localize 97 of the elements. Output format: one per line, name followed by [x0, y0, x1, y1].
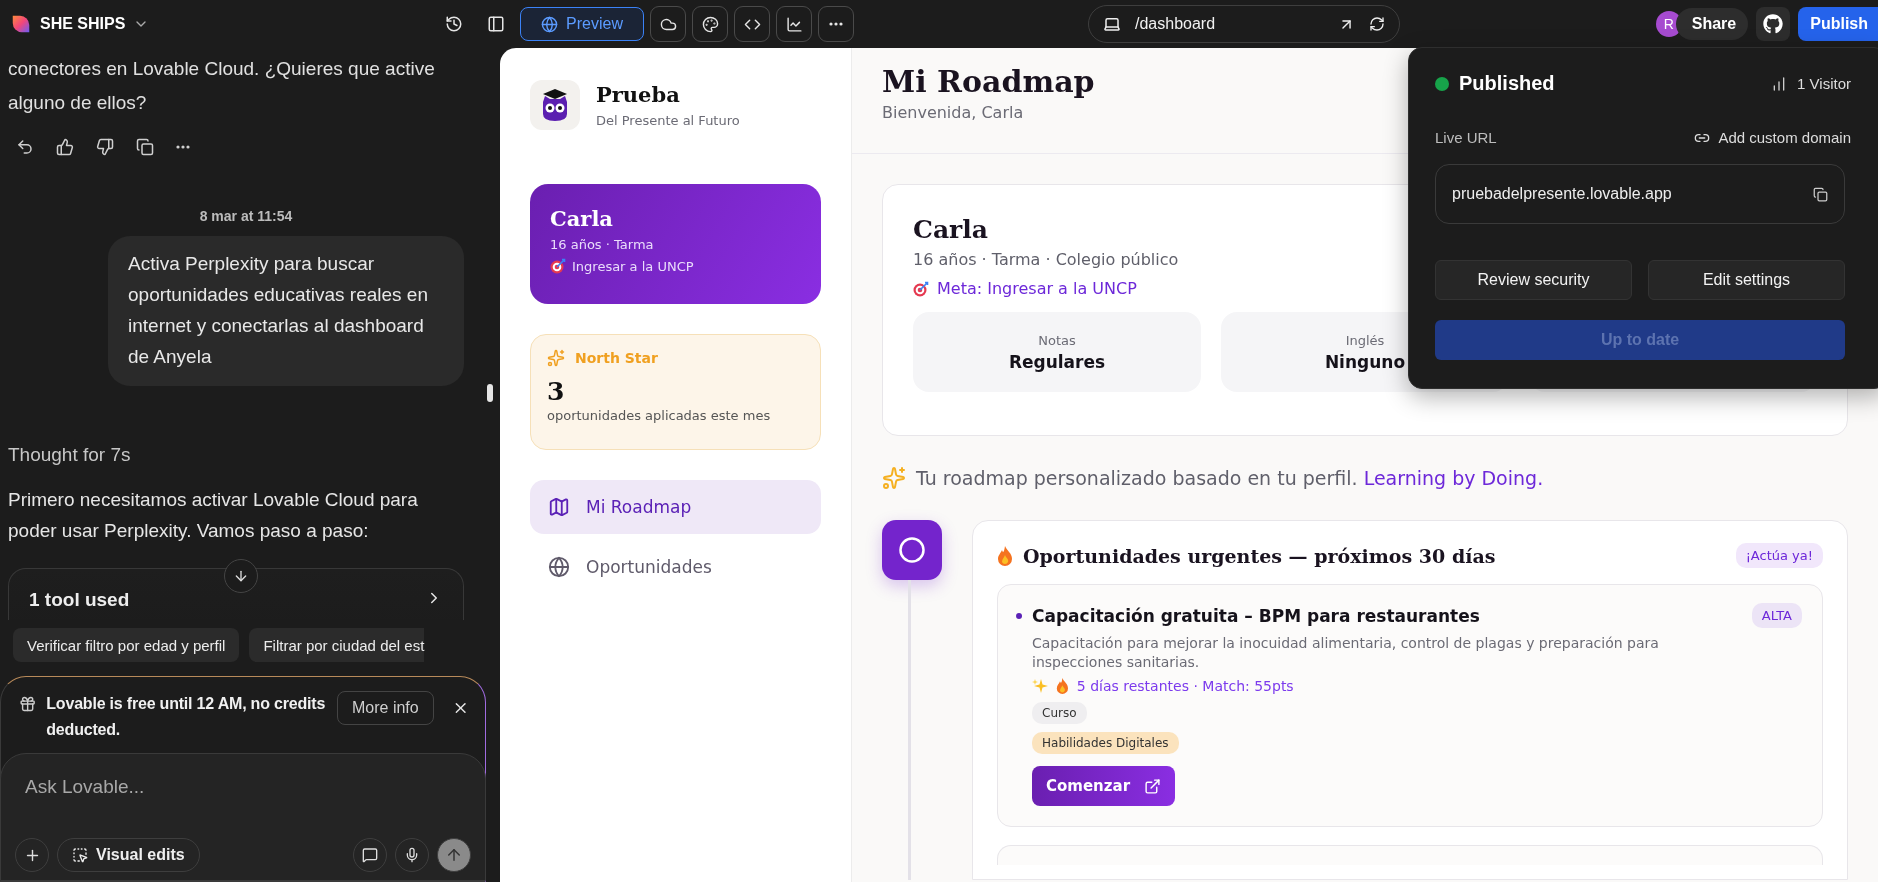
- thought-duration[interactable]: Thought for 7s: [8, 444, 464, 466]
- more-icon: [829, 22, 843, 26]
- app-tagline: Del Presente al Futuro: [596, 113, 740, 128]
- north-star-value: 3: [547, 377, 566, 406]
- message-timestamp: 8 mar at 11:54: [199, 208, 293, 224]
- north-star-label: North Star: [575, 350, 658, 366]
- profile-name: Carla: [913, 215, 989, 244]
- popup-button[interactable]: Edit settings: [1648, 260, 1845, 300]
- panel-icon: [487, 15, 505, 33]
- stat-value: Ninguno: [1324, 351, 1406, 372]
- page-subtitle: Bienvenida, Carla: [882, 103, 1024, 122]
- priority-badge: ALTA: [1751, 603, 1802, 628]
- north-star-caption: oportunidades aplicadas este mes: [547, 408, 772, 423]
- opportunity-meta: 5 días restantes · Match: 55pts: [1076, 678, 1294, 694]
- publish-status: Published: [1459, 72, 1556, 95]
- page-title: Mi Roadmap: [882, 64, 1095, 99]
- pointer-icon: [72, 847, 88, 863]
- live-url-field[interactable]: pruebadelpresente.lovable.app: [1435, 164, 1845, 224]
- sparkles-icon: [547, 349, 565, 367]
- profile-goal: Ingresar a la UNCP: [572, 258, 694, 274]
- code-button[interactable]: [734, 6, 770, 42]
- flame-icon: [1056, 678, 1069, 694]
- assistant-message: conectores en Lovable Cloud. ¿Quieres que active alguno de ellos?: [8, 57, 436, 115]
- copy-icon[interactable]: [136, 138, 154, 156]
- target-icon: [550, 258, 566, 274]
- prompt-field[interactable]: Ask Lovable...: [15, 776, 471, 798]
- palette-button[interactable]: [692, 6, 728, 42]
- opportunity-description: Capacitación para mejorar la inocuidad alimentaria, control de plagas y preparación para inspecciones sanitarias.: [1032, 634, 1660, 672]
- share-button[interactable]: Share: [1675, 8, 1749, 40]
- scroll-down-button[interactable]: [224, 559, 258, 593]
- scrollbar-thumb[interactable]: [487, 384, 493, 402]
- profile-details: 16 años · Tarma · Colegio público: [913, 250, 1180, 269]
- section-title: Oportunidades urgentes — próximos 30 días: [1023, 544, 1497, 567]
- popup-button[interactable]: Review security: [1435, 260, 1632, 300]
- stat-label: Notas: [1038, 332, 1076, 348]
- add-domain-link[interactable]: Add custom domain: [1694, 129, 1851, 146]
- bullet-icon: [1016, 612, 1022, 619]
- status-dot: [1435, 76, 1449, 91]
- gift-icon: [19, 695, 37, 713]
- globe-icon: [548, 556, 570, 578]
- category-tag: Habilidades Digitales: [1032, 732, 1179, 754]
- profile-details: 16 años · Tarma: [550, 237, 655, 252]
- live-url-text: pruebadelpresente.lovable.app: [1452, 185, 1672, 203]
- github-icon: [1763, 14, 1784, 34]
- laptop-icon: [1103, 15, 1121, 33]
- line-chart-icon: [785, 15, 803, 33]
- project-name[interactable]: SHE SHIPS: [40, 15, 126, 33]
- stat-label: Inglés: [1345, 332, 1385, 348]
- visitor-count: 1 Visitor: [1797, 75, 1851, 92]
- speech-bubble-icon: [362, 847, 378, 863]
- target-icon: [913, 280, 929, 297]
- publish-button[interactable]: Publish: [1798, 7, 1878, 41]
- assistant-message: Primero necesitamos activar Lovable Cloud para poder usar Perplexity. Vamos paso a paso:: [8, 488, 419, 543]
- more-info-button[interactable]: More info: [337, 691, 434, 725]
- external-link-icon: [1144, 777, 1162, 795]
- type-tag: Curso: [1032, 702, 1087, 724]
- history-icon: [445, 15, 463, 33]
- more-icon[interactable]: [176, 145, 190, 149]
- microphone-icon: [404, 847, 420, 863]
- urgent-badge: ¡Actúa ya!: [1735, 543, 1823, 568]
- map-icon: [548, 496, 570, 518]
- live-url-label: Live URL: [1435, 129, 1498, 146]
- circle-icon: [898, 536, 926, 564]
- preview-button[interactable]: Preview: [520, 7, 644, 41]
- roadmap-intro: Tu roadmap personalizado basado en tu perfil. Learning by Doing.: [916, 467, 1544, 489]
- more-button[interactable]: [818, 6, 854, 42]
- globe-icon: [541, 15, 559, 33]
- logo-icon: [10, 13, 32, 35]
- banner-text: Lovable is free until 12 AM, no credits deducted.: [46, 694, 327, 740]
- refresh-icon[interactable]: [1369, 16, 1385, 32]
- user-message: Activa Perplexity para buscar oportunidades educativas reales en internet y conectarlas al dashboard de Anyela: [108, 236, 464, 386]
- learning-link[interactable]: Learning by Doing.: [1363, 467, 1544, 489]
- sparkles-icon: [882, 466, 906, 490]
- thumbs-down-icon[interactable]: [96, 138, 114, 156]
- nav-item[interactable]: Mi Roadmap: [530, 480, 821, 534]
- start-button[interactable]: Comenzar: [1032, 766, 1176, 806]
- profile-goal: Meta: Ingresar a la UNCP: [937, 279, 1137, 298]
- opportunity-title: Capacitación gratuita – BPM para restaurantes: [1032, 605, 1481, 626]
- palette-icon: [701, 15, 719, 33]
- flame-icon: [997, 545, 1013, 566]
- analytics-button[interactable]: [776, 6, 812, 42]
- tool-card[interactable]: 1 tool used: [8, 568, 464, 620]
- sparkle-icon: [1032, 678, 1048, 694]
- tool-label: 1 tool used: [29, 589, 130, 612]
- suggestion-chip[interactable]: Verificar filtro por edad y perfil: [13, 628, 240, 662]
- github-button[interactable]: [1756, 7, 1791, 41]
- profile-name: Carla: [550, 206, 614, 231]
- suggestion-chip[interactable]: Filtrar por ciudad del est: [249, 628, 425, 662]
- thumbs-up-icon[interactable]: [56, 138, 74, 156]
- cloud-button[interactable]: [650, 6, 686, 42]
- undo-icon[interactable]: [16, 138, 34, 156]
- app-title: Prueba: [596, 82, 681, 107]
- copy-icon[interactable]: [1813, 186, 1828, 202]
- nav-item[interactable]: Oportunidades: [530, 540, 821, 594]
- stat-value: Regulares: [1008, 351, 1106, 372]
- url-text: /dashboard: [1135, 15, 1217, 33]
- send-button[interactable]: [437, 838, 471, 872]
